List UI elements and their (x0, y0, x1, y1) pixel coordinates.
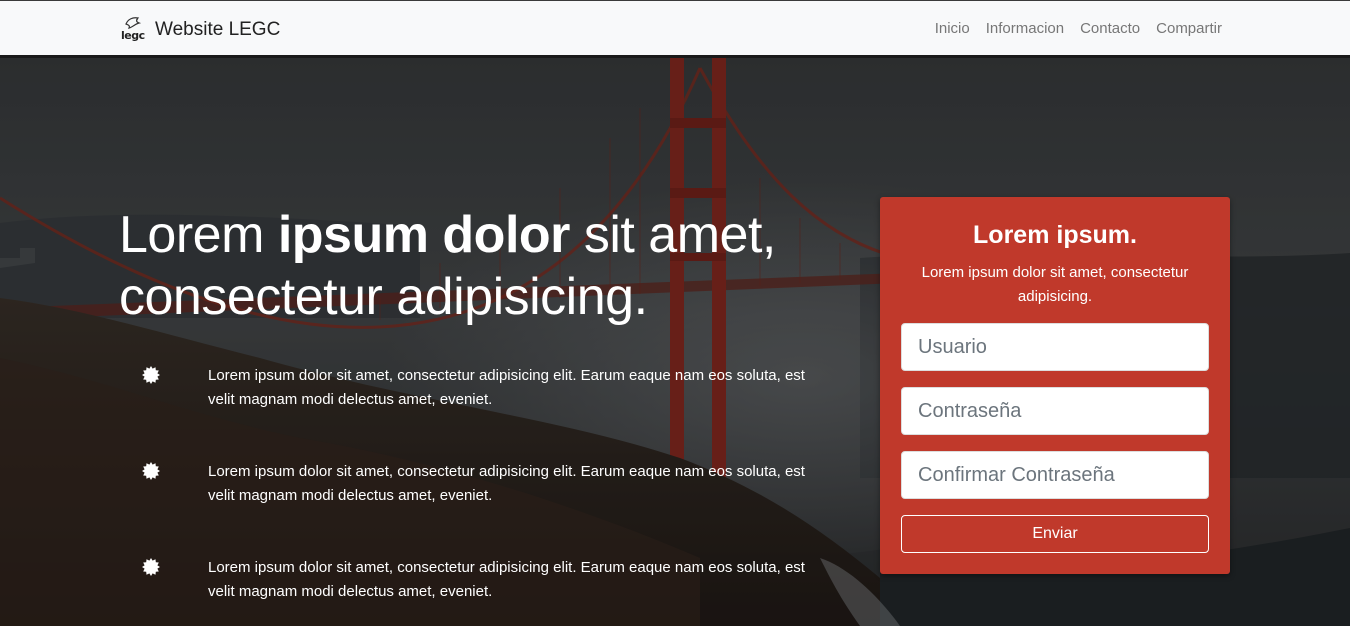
nav-links: Inicio Informacion Contacto Compartir (935, 20, 1222, 37)
nav-link-informacion[interactable]: Informacion (986, 20, 1064, 37)
brand-logo: legc (121, 16, 149, 44)
headline-part-1: Lorem (119, 206, 278, 264)
hero-headline: Lorem ipsum dolor sit amet, consectetur … (119, 204, 839, 328)
hero-section: Lorem ipsum dolor sit amet, consectetur … (0, 58, 1350, 626)
badge-icon (142, 366, 160, 384)
form-title: Lorem ipsum. (973, 221, 1137, 249)
username-input[interactable] (901, 323, 1209, 371)
feature-item: Lorem ipsum dolor sit amet, consectetur … (142, 364, 842, 460)
bird-icon (125, 17, 142, 29)
feature-text: Lorem ipsum dolor sit amet, consectetur … (208, 559, 805, 600)
brand-link[interactable]: legc Website LEGC (121, 15, 280, 45)
logo-text: legc (121, 29, 145, 42)
feature-item: Lorem ipsum dolor sit amet, consectetur … (142, 556, 842, 626)
form-subtitle: Lorem ipsum dolor sit amet, consectetur … (921, 264, 1189, 305)
feature-text: Lorem ipsum dolor sit amet, consectetur … (208, 463, 805, 504)
submit-button[interactable]: Enviar (901, 515, 1209, 553)
signup-form: Lorem ipsum. Lorem ipsum dolor sit amet,… (880, 197, 1230, 574)
nav-link-inicio[interactable]: Inicio (935, 20, 970, 37)
confirm-password-input[interactable] (901, 451, 1209, 499)
password-input[interactable] (901, 387, 1209, 435)
headline-bold: ipsum dolor (277, 206, 571, 264)
feature-list: Lorem ipsum dolor sit amet, consectetur … (142, 364, 842, 626)
feature-item: Lorem ipsum dolor sit amet, consectetur … (142, 460, 842, 556)
badge-icon (142, 462, 160, 480)
nav-link-compartir[interactable]: Compartir (1156, 20, 1222, 37)
brand-name: Website LEGC (155, 19, 281, 40)
navbar: legc Website LEGC Inicio Informacion Con… (0, 0, 1350, 58)
badge-icon (142, 558, 160, 576)
feature-text: Lorem ipsum dolor sit amet, consectetur … (208, 367, 805, 408)
nav-link-contacto[interactable]: Contacto (1080, 20, 1140, 37)
